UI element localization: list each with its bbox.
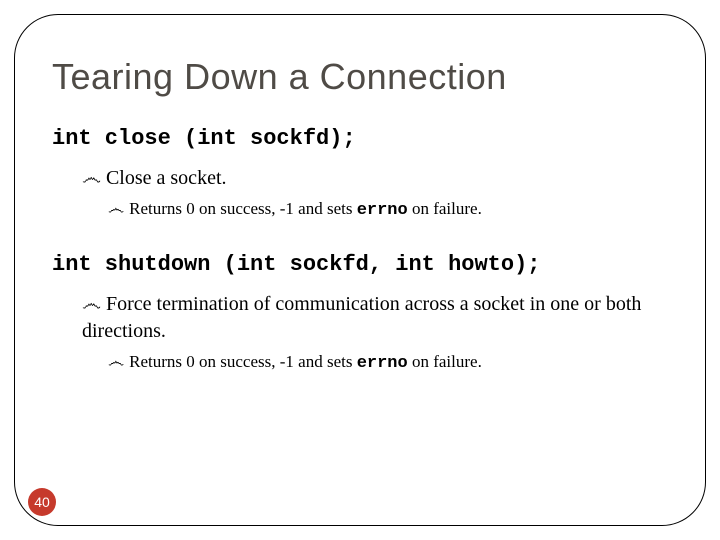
code-shutdown-signature: int shutdown (int sockfd, int howto); [52, 252, 672, 277]
bullet-text: Force termination of communication acros… [82, 293, 641, 342]
subbullet-code: errno [357, 201, 408, 220]
subbullet-post: on failure. [408, 199, 482, 218]
code-close-signature: int close (int sockfd); [52, 126, 672, 151]
spacer [52, 228, 672, 252]
subbullet-pre: Returns 0 on success, -1 and sets [129, 199, 357, 218]
slide-title: Tearing Down a Connection [52, 56, 672, 98]
subbullet-code: errno [357, 354, 408, 373]
slide-content: Tearing Down a Connection int close (int… [52, 56, 672, 381]
subbullet-shutdown-return: ෴Returns 0 on success, -1 and sets errno… [108, 351, 672, 375]
subbullet-close-return: ෴Returns 0 on success, -1 and sets errno… [108, 198, 672, 222]
subbullet-post: on failure. [408, 352, 482, 371]
bullet-icon: ෴ [82, 293, 106, 315]
slide: Tearing Down a Connection int close (int… [0, 0, 720, 540]
bullet-text: Close a socket. [106, 167, 227, 189]
page-number-badge: 40 [28, 488, 56, 516]
subbullet-pre: Returns 0 on success, -1 and sets [129, 352, 357, 371]
bullet-icon: ෴ [108, 199, 129, 218]
bullet-shutdown-desc: ෴Force termination of communication acro… [82, 291, 672, 345]
bullet-close-desc: ෴Close a socket. [82, 165, 672, 192]
bullet-icon: ෴ [82, 167, 106, 189]
bullet-icon: ෴ [108, 352, 129, 371]
